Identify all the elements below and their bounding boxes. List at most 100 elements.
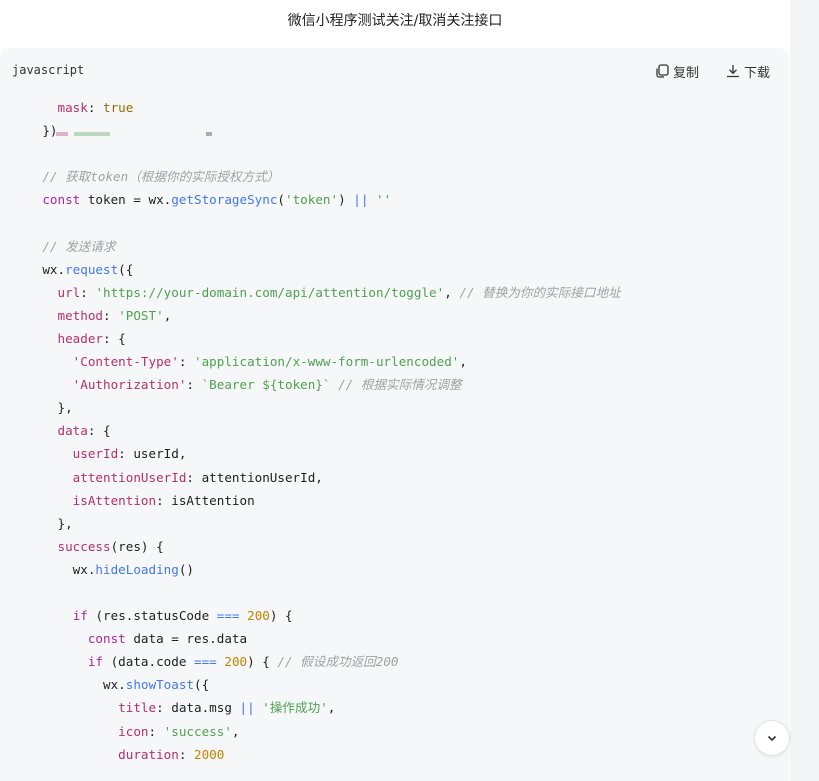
code-content[interactable]: mask: true }) // 获取token（根据你的实际授权方式） con…: [12, 96, 789, 781]
code-token: :: [80, 284, 96, 300]
code-token: ({: [118, 261, 134, 277]
code-line: userId: userId,: [12, 442, 789, 465]
page-scrollbar-track[interactable]: [790, 0, 819, 781]
code-token: isAttention: [42, 492, 157, 508]
code-token: mask: [42, 100, 88, 115]
code-token: ,: [327, 700, 336, 716]
code-token: },: [42, 515, 73, 531]
code-token: data: [42, 423, 88, 439]
code-line: method: 'POST',: [12, 304, 789, 327]
copy-button[interactable]: 复制: [654, 60, 699, 82]
code-line: 'Content-Type': 'application/x-www-form-…: [12, 350, 789, 373]
code-token: ===: [194, 654, 217, 670]
code-token: attentionUserId: [42, 469, 187, 485]
code-token: // 假设成功返回200: [277, 654, 399, 670]
code-token: getStorageSync: [171, 192, 278, 208]
code-token: (): [178, 561, 194, 577]
code-token: : isAttention: [156, 492, 255, 508]
scroll-down-button[interactable]: [754, 720, 790, 756]
code-token: ,: [444, 284, 460, 300]
code-token: userId: [42, 446, 119, 462]
code-token: ) {: [269, 608, 293, 624]
code-token: ): [338, 192, 354, 208]
code-token: :: [178, 354, 194, 370]
download-icon: [727, 65, 739, 78]
code-line: data: {: [12, 419, 789, 442]
code-block: javascript 复制 下载 mask: true }) // 获取toke…: [0, 48, 789, 781]
code-token: :: [186, 377, 202, 393]
code-token: ===: [216, 608, 240, 624]
code-token: data = res.data: [125, 631, 248, 647]
code-line: const data = res.data: [12, 627, 789, 650]
code-line: duration: 2000: [12, 743, 789, 766]
code-token: token = wx.: [80, 192, 172, 208]
chevron-down-icon: [767, 735, 777, 742]
code-token: (res.statusCode: [87, 608, 217, 624]
code-token: if: [87, 654, 104, 670]
code-token: 'Content-Type': [42, 354, 179, 370]
page-title: 微信小程序测试关注/取消关注接口: [287, 13, 503, 29]
code-token: `Bearer ${token}`: [201, 377, 331, 393]
code-token: 2000: [194, 746, 225, 762]
code-token: ,: [459, 354, 467, 370]
code-line: header: {: [12, 327, 789, 350]
code-token: :: [178, 746, 194, 762]
code-token: ,: [231, 723, 240, 739]
code-token: const: [87, 631, 126, 647]
code-token: // 替换为你的实际接口地址: [459, 284, 621, 300]
code-line: isAttention: isAttention: [12, 489, 789, 512]
code-token: },: [42, 400, 73, 416]
code-line: mask: true: [12, 96, 789, 119]
code-line: title: data.msg || '操作成功',: [12, 696, 789, 719]
code-token: // 获取token（根据你的实际授权方式）: [42, 169, 280, 185]
code-token: :: [87, 100, 104, 115]
code-token: request: [65, 261, 119, 277]
code-token: // 根据实际情况调整: [338, 377, 462, 393]
code-token: : data.msg: [156, 700, 240, 716]
code-token: url: [42, 284, 81, 300]
code-token: success: [42, 538, 111, 554]
code-token: // 发送请求: [42, 238, 116, 254]
code-token: 'POST': [118, 307, 164, 323]
code-line: }): [12, 119, 789, 142]
download-button[interactable]: 下载: [725, 60, 770, 82]
code-line: if (data.code === 200) { // 假设成功返回200: [12, 650, 789, 673]
code-token: : userId,: [118, 446, 187, 462]
code-line: wx.showToast({: [12, 673, 789, 696]
code-token: ||: [353, 192, 369, 208]
code-line: success(res) {: [12, 535, 789, 558]
copy-icon: [656, 64, 669, 78]
code-token: :: [148, 723, 164, 739]
code-token: ||: [239, 700, 255, 716]
download-label: 下载: [744, 65, 771, 81]
code-token: (res) {: [110, 538, 164, 554]
code-token: '操作成功': [262, 700, 328, 716]
code-token: '': [376, 192, 392, 208]
code-token: : attentionUserId,: [186, 469, 323, 485]
code-token: ) {: [247, 654, 278, 670]
code-token: ,: [163, 307, 172, 323]
copy-label: 复制: [673, 65, 700, 81]
code-token: 200: [247, 608, 270, 624]
code-token: wx.: [42, 677, 126, 693]
code-token: : {: [103, 330, 126, 346]
code-token: wx.: [42, 561, 96, 577]
code-line: 'Authorization': `Bearer ${token}` // 根据…: [12, 373, 789, 396]
code-token: method: [42, 307, 104, 323]
code-token: (data.code: [103, 654, 195, 670]
code-line: },: [12, 512, 789, 535]
code-line: url: 'https://your-domain.com/api/attent…: [12, 281, 789, 304]
code-token: duration: [42, 746, 179, 762]
code-token: icon: [42, 723, 149, 739]
code-token: if: [72, 608, 88, 624]
code-token: true: [103, 100, 134, 115]
code-token: 'token': [285, 192, 339, 208]
